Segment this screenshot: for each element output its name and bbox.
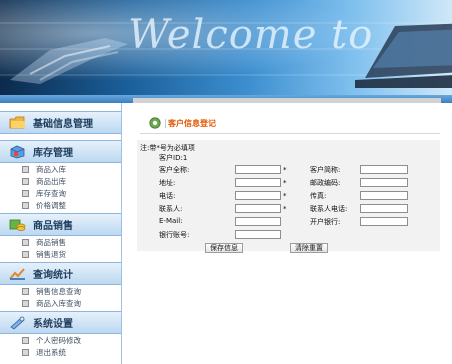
sidebar-category-label: 商品销售: [33, 221, 73, 232]
settings-icon: [10, 316, 25, 330]
required-star: *: [283, 179, 287, 187]
sidebar-item-stock-out[interactable]: 商品出库: [0, 176, 121, 187]
bullet-icon: [22, 239, 29, 246]
email-input[interactable]: [235, 217, 281, 226]
bullet-icon: [22, 202, 29, 209]
bullet-icon: [22, 337, 29, 344]
sidebar-item-price-adjust[interactable]: 价格调整: [0, 200, 121, 211]
sidebar-item-sales[interactable]: 商品销售: [0, 237, 121, 248]
sidebar-category-statistics[interactable]: 查询统计: [0, 262, 121, 285]
bullet-icon: [22, 349, 29, 356]
save-button[interactable]: 保存信息: [205, 243, 243, 253]
sidebar-item-label: 销售退货: [36, 250, 66, 259]
bullet-icon: [22, 251, 29, 258]
required-star: *: [283, 192, 287, 200]
sidebar-category-label: 库存管理: [33, 148, 73, 159]
bullet-icon: [22, 190, 29, 197]
chart-icon: [9, 268, 25, 280]
postcode-input[interactable]: [360, 178, 408, 187]
fax-input[interactable]: [360, 191, 408, 200]
required-star: *: [283, 205, 287, 213]
sidebar-item-change-password[interactable]: 个人密码修改: [0, 335, 121, 346]
box-icon: [10, 145, 25, 159]
bullet-icon: [22, 166, 29, 173]
phone-input[interactable]: [235, 191, 281, 200]
sidebar-item-label: 价格调整: [36, 201, 66, 210]
address-label: 地址:: [159, 179, 176, 187]
sidebar-category-label: 查询统计: [33, 270, 73, 281]
sidebar-item-sales-query[interactable]: 销售信息查询: [0, 286, 121, 297]
sidebar: 基础信息管理 库存管理 商品入库 商品出库 库存查询 价格调整 商品销售 商品销…: [0, 103, 122, 364]
account-label: 银行账号:: [159, 231, 190, 239]
contact-input[interactable]: [235, 204, 281, 213]
sidebar-category-label: 系统设置: [33, 319, 73, 330]
sidebar-item-label: 销售信息查询: [36, 287, 81, 296]
reset-button[interactable]: 清除重置: [290, 243, 328, 253]
sidebar-item-stock-in[interactable]: 商品入库: [0, 164, 121, 175]
required-note: 注:带*号为必填项: [140, 144, 195, 152]
short-name-input[interactable]: [360, 165, 408, 174]
sidebar-item-logout[interactable]: 退出系统: [0, 347, 121, 358]
email-label: E-Mail:: [159, 217, 183, 225]
sidebar-item-label: 个人密码修改: [36, 336, 81, 345]
sidebar-category-sales[interactable]: 商品销售: [0, 213, 121, 236]
sidebar-category-label: 基础信息管理: [33, 119, 93, 130]
bullet-icon: [22, 178, 29, 185]
bullet-icon: [22, 288, 29, 295]
sidebar-category-settings[interactable]: 系统设置: [0, 311, 121, 334]
short-name-label: 客户简称:: [310, 166, 341, 174]
sidebar-item-stock-in-query[interactable]: 商品入库查询: [0, 298, 121, 309]
account-input[interactable]: [235, 230, 281, 239]
address-input[interactable]: [235, 178, 281, 187]
bank-label: 开户银行:: [310, 218, 341, 226]
postcode-label: 邮政编码:: [310, 179, 341, 187]
sidebar-item-stock-query[interactable]: 库存查询: [0, 188, 121, 199]
keyboard-hand-graphic: [10, 38, 128, 84]
info-circle-icon: [149, 117, 161, 129]
required-star: *: [283, 166, 287, 174]
bullet-icon: [22, 300, 29, 307]
contact-label: 联系人:: [159, 205, 183, 213]
folder-icon: [9, 116, 25, 129]
content-top-strip: [133, 98, 441, 103]
contact-phone-label: 联系人电话:: [310, 205, 348, 213]
sidebar-category-inventory[interactable]: 库存管理: [0, 140, 121, 163]
title-separator: [165, 119, 166, 128]
sidebar-item-sales-return[interactable]: 销售退货: [0, 249, 121, 260]
sidebar-category-basic-info[interactable]: 基础信息管理: [0, 111, 121, 134]
phone-label: 电话:: [159, 192, 176, 200]
sidebar-item-label: 商品销售: [36, 238, 66, 247]
page-title: 客户信息登记: [168, 119, 216, 128]
sidebar-item-label: 商品出库: [36, 177, 66, 186]
sidebar-item-label: 商品入库查询: [36, 299, 81, 308]
full-name-input[interactable]: [235, 165, 281, 174]
fax-label: 传真:: [310, 192, 327, 200]
bank-input[interactable]: [360, 217, 408, 226]
header-banner: Welcome to: [0, 0, 452, 95]
laptop-graphic: [355, 23, 452, 88]
coins-icon: [9, 219, 26, 231]
banner-welcome-text: Welcome to: [128, 12, 374, 58]
customer-id-text: 客户ID:1: [159, 154, 188, 162]
sidebar-item-label: 退出系统: [36, 348, 66, 357]
contact-phone-input[interactable]: [360, 204, 408, 213]
sidebar-item-label: 商品入库: [36, 165, 66, 174]
full-name-label: 客户全称:: [159, 166, 190, 174]
sidebar-item-label: 库存查询: [36, 189, 66, 198]
